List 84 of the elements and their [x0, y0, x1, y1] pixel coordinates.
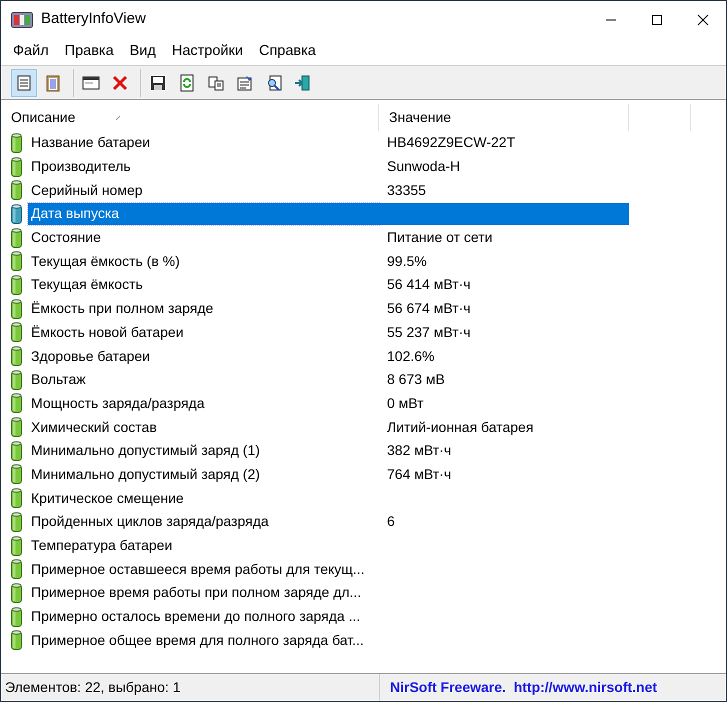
- battery-icon: [11, 204, 22, 224]
- save-icon: [149, 74, 167, 92]
- delete-icon: [111, 74, 129, 92]
- window-title: BatteryInfoView: [41, 9, 146, 30]
- battery-icon: [11, 559, 22, 580]
- row-value: 99.5%: [386, 252, 428, 271]
- battery-icon: [11, 606, 22, 627]
- battery-icon: [11, 251, 22, 272]
- status-text: Элементов: 22, выбрано: 1: [5, 679, 180, 695]
- row-label[interactable]: Название батареи: [28, 132, 379, 154]
- row-value: 8 673 мВ: [386, 370, 446, 390]
- window-icon: [82, 74, 100, 92]
- battery-icon: [11, 488, 22, 508]
- row-label[interactable]: Примерное оставшееся время работы для текущ...: [28, 558, 379, 580]
- column-header[interactable]: Описание: [1, 104, 379, 131]
- row-label[interactable]: Состояние: [28, 226, 379, 249]
- menu-item[interactable]: Настройки: [164, 40, 251, 62]
- battery-icon: [11, 417, 22, 438]
- menu-item[interactable]: Справка: [250, 40, 324, 62]
- search-icon: [265, 74, 283, 92]
- row-label[interactable]: Мощность заряда/разряда: [28, 392, 379, 414]
- battery-icon: [11, 512, 22, 532]
- row-label[interactable]: Примерное общее время для полного заряда бат...: [28, 629, 379, 652]
- refresh-icon: [178, 74, 196, 92]
- maximize-icon: [651, 14, 663, 26]
- battery-icon: [11, 132, 22, 153]
- battery-icon: [11, 322, 22, 342]
- toolbar-button[interactable]: [11, 68, 37, 96]
- document-icon: [15, 74, 33, 92]
- battery-icon: [11, 464, 22, 484]
- row-label[interactable]: Примерно осталось времени до полного заряда ...: [28, 606, 379, 628]
- row-label[interactable]: Дата выпуска: [28, 202, 379, 225]
- battery-icon: [11, 298, 22, 319]
- row-label[interactable]: Вольтаж: [28, 368, 379, 391]
- row-label[interactable]: Температура батареи: [28, 534, 379, 557]
- battery-icon: [11, 228, 22, 248]
- row-label[interactable]: Ёмкость новой батареи: [28, 321, 379, 344]
- row-value: 56 414 мВт·ч: [386, 275, 472, 294]
- row-value: 6: [386, 512, 396, 532]
- row-label[interactable]: Пройденных циклов заряда/разряда: [28, 510, 379, 533]
- row-value: 56 674 мВт·ч: [386, 299, 472, 318]
- row-value: Питание от сети: [386, 228, 494, 248]
- copy-icon: [207, 74, 225, 92]
- menu-item[interactable]: Правка: [56, 40, 122, 62]
- battery-icon: [11, 582, 22, 603]
- row-value: 0 мВт: [386, 394, 425, 413]
- battery-icon: [11, 393, 22, 414]
- sort-icon: [115, 114, 122, 120]
- battery-icon: [11, 440, 22, 461]
- website-link[interactable]: NirSoft Freeware. http://www.nirsoft.net: [390, 677, 658, 698]
- battery-icon: [11, 156, 22, 177]
- menu-item[interactable]: Вид: [122, 40, 164, 62]
- clipboard-icon: [44, 74, 62, 92]
- battery-icon: [11, 630, 22, 650]
- row-value: 764 мВт·ч: [386, 464, 452, 484]
- battery-icon: [11, 370, 22, 390]
- close-icon: [697, 14, 709, 26]
- menu-item[interactable]: Файл: [5, 40, 57, 62]
- row-value: Sunwoda-H: [386, 157, 462, 176]
- row-value: Литий-ионная батарея: [386, 418, 534, 437]
- row-value: 102.6%: [386, 346, 436, 366]
- battery-icon: [11, 274, 22, 295]
- battery-icon: [11, 180, 22, 200]
- row-label[interactable]: Химический состав: [28, 416, 379, 438]
- row-value: 33355: [386, 180, 427, 200]
- row-label[interactable]: Минимально допустимый заряд (1): [28, 440, 379, 462]
- exit-icon: [294, 74, 312, 92]
- battery-icon: [11, 346, 22, 366]
- properties-icon: [236, 74, 254, 92]
- row-value: HB4692Z9ECW-22T: [386, 133, 516, 152]
- row-value: 55 237 мВт·ч: [386, 322, 472, 342]
- battery-icon: [11, 536, 22, 556]
- row-label[interactable]: Минимально допустимый заряд (2): [28, 463, 379, 486]
- app-icon: [11, 12, 33, 28]
- row-label[interactable]: Производитель: [28, 156, 379, 178]
- row-label[interactable]: Текущая ёмкость (в %): [28, 250, 379, 272]
- column-header[interactable]: Значение: [379, 104, 629, 131]
- row-value: 382 мВт·ч: [386, 441, 452, 460]
- row-label[interactable]: Ёмкость при полном заряде: [28, 298, 379, 320]
- row-label[interactable]: Критическое смещение: [28, 487, 379, 510]
- row-label[interactable]: Здоровье батареи: [28, 345, 379, 368]
- row-label[interactable]: Серийный номер: [28, 179, 379, 202]
- row-label[interactable]: Примерное время работы при полном заряде дл...: [28, 582, 379, 604]
- row-label[interactable]: Текущая ёмкость: [28, 274, 379, 296]
